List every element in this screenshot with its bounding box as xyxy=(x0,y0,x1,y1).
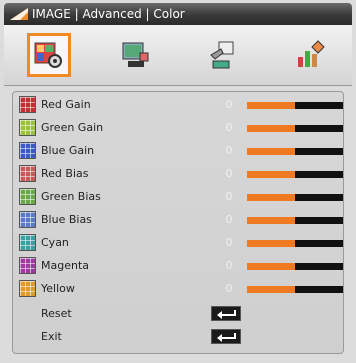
menu-item-red-bias[interactable]: Red Bias 0 xyxy=(19,164,344,184)
item-value: 0 xyxy=(225,213,233,226)
item-value: 0 xyxy=(225,144,233,157)
tab-bar xyxy=(4,25,352,86)
item-value: 0 xyxy=(225,282,233,295)
reset-label: Reset xyxy=(41,307,72,320)
menu-item-blue-gain[interactable]: Blue Gain 0 xyxy=(19,141,344,161)
menu-item-red-gain[interactable]: Red Gain 0 xyxy=(19,95,344,115)
tab-options[interactable] xyxy=(288,33,332,77)
item-value: 0 xyxy=(225,167,233,180)
red-gain-swatch-icon xyxy=(19,96,36,113)
menu-item-exit[interactable]: Exit xyxy=(19,327,344,347)
value-slider[interactable] xyxy=(247,102,343,109)
red-bias-swatch-icon xyxy=(19,165,36,182)
item-label: Blue Bias xyxy=(41,213,92,226)
exit-label: Exit xyxy=(41,330,62,343)
item-label: Blue Gain xyxy=(41,144,95,157)
item-label: Red Bias xyxy=(41,167,89,180)
image-settings-icon xyxy=(34,42,62,68)
item-label: Green Bias xyxy=(41,190,101,203)
blue-bias-swatch-icon xyxy=(19,211,36,228)
item-value: 0 xyxy=(225,98,233,111)
tab-setup[interactable] xyxy=(201,33,245,77)
item-label: Magenta xyxy=(41,259,90,272)
value-slider[interactable] xyxy=(247,240,343,247)
value-slider[interactable] xyxy=(247,125,343,132)
value-slider[interactable] xyxy=(247,194,343,201)
item-label: Cyan xyxy=(41,236,69,249)
item-value: 0 xyxy=(225,190,233,203)
menu-item-green-gain[interactable]: Green Gain 0 xyxy=(19,118,344,138)
menu-item-cyan[interactable]: Cyan 0 xyxy=(19,233,344,253)
item-value: 0 xyxy=(225,121,233,134)
value-slider[interactable] xyxy=(247,263,343,270)
green-bias-swatch-icon xyxy=(19,188,36,205)
value-slider[interactable] xyxy=(247,171,343,178)
menu-item-blue-bias[interactable]: Blue Bias 0 xyxy=(19,210,344,230)
setup-icon xyxy=(210,41,234,69)
logo-icon xyxy=(10,8,28,20)
options-icon xyxy=(298,40,325,67)
display-icon xyxy=(122,42,149,67)
menu-title: IMAGE | Advanced | Color xyxy=(32,7,185,21)
menu-item-reset[interactable]: Reset xyxy=(19,304,344,324)
enter-icon xyxy=(217,310,236,319)
value-slider[interactable] xyxy=(247,148,343,155)
color-settings-panel: Red Gain 0 Green Gain 0 Blue Gain 0 Red … xyxy=(12,91,344,354)
value-slider[interactable] xyxy=(247,286,343,293)
magenta-swatch-icon xyxy=(19,257,36,274)
exit-enter-button[interactable] xyxy=(211,329,241,344)
cyan-swatch-icon xyxy=(19,234,36,251)
item-value: 0 xyxy=(225,236,233,249)
green-gain-swatch-icon xyxy=(19,119,36,136)
item-value: 0 xyxy=(225,259,233,272)
item-label: Green Gain xyxy=(41,121,104,134)
menu-item-magenta[interactable]: Magenta 0 xyxy=(19,256,344,276)
reset-enter-button[interactable] xyxy=(211,306,241,321)
menu-item-green-bias[interactable]: Green Bias 0 xyxy=(19,187,344,207)
menu-item-yellow[interactable]: Yellow 0 xyxy=(19,279,344,299)
yellow-swatch-icon xyxy=(19,280,36,297)
tab-display[interactable] xyxy=(114,33,158,77)
title-bar: IMAGE | Advanced | Color xyxy=(4,3,352,25)
osd-menu: IMAGE | Advanced | Color Red Gain 0 Gree… xyxy=(0,0,356,363)
item-label: Yellow xyxy=(41,282,75,295)
item-label: Red Gain xyxy=(41,98,91,111)
tab-image[interactable] xyxy=(27,33,71,77)
blue-gain-swatch-icon xyxy=(19,142,36,159)
value-slider[interactable] xyxy=(247,217,343,224)
enter-icon xyxy=(217,333,236,342)
